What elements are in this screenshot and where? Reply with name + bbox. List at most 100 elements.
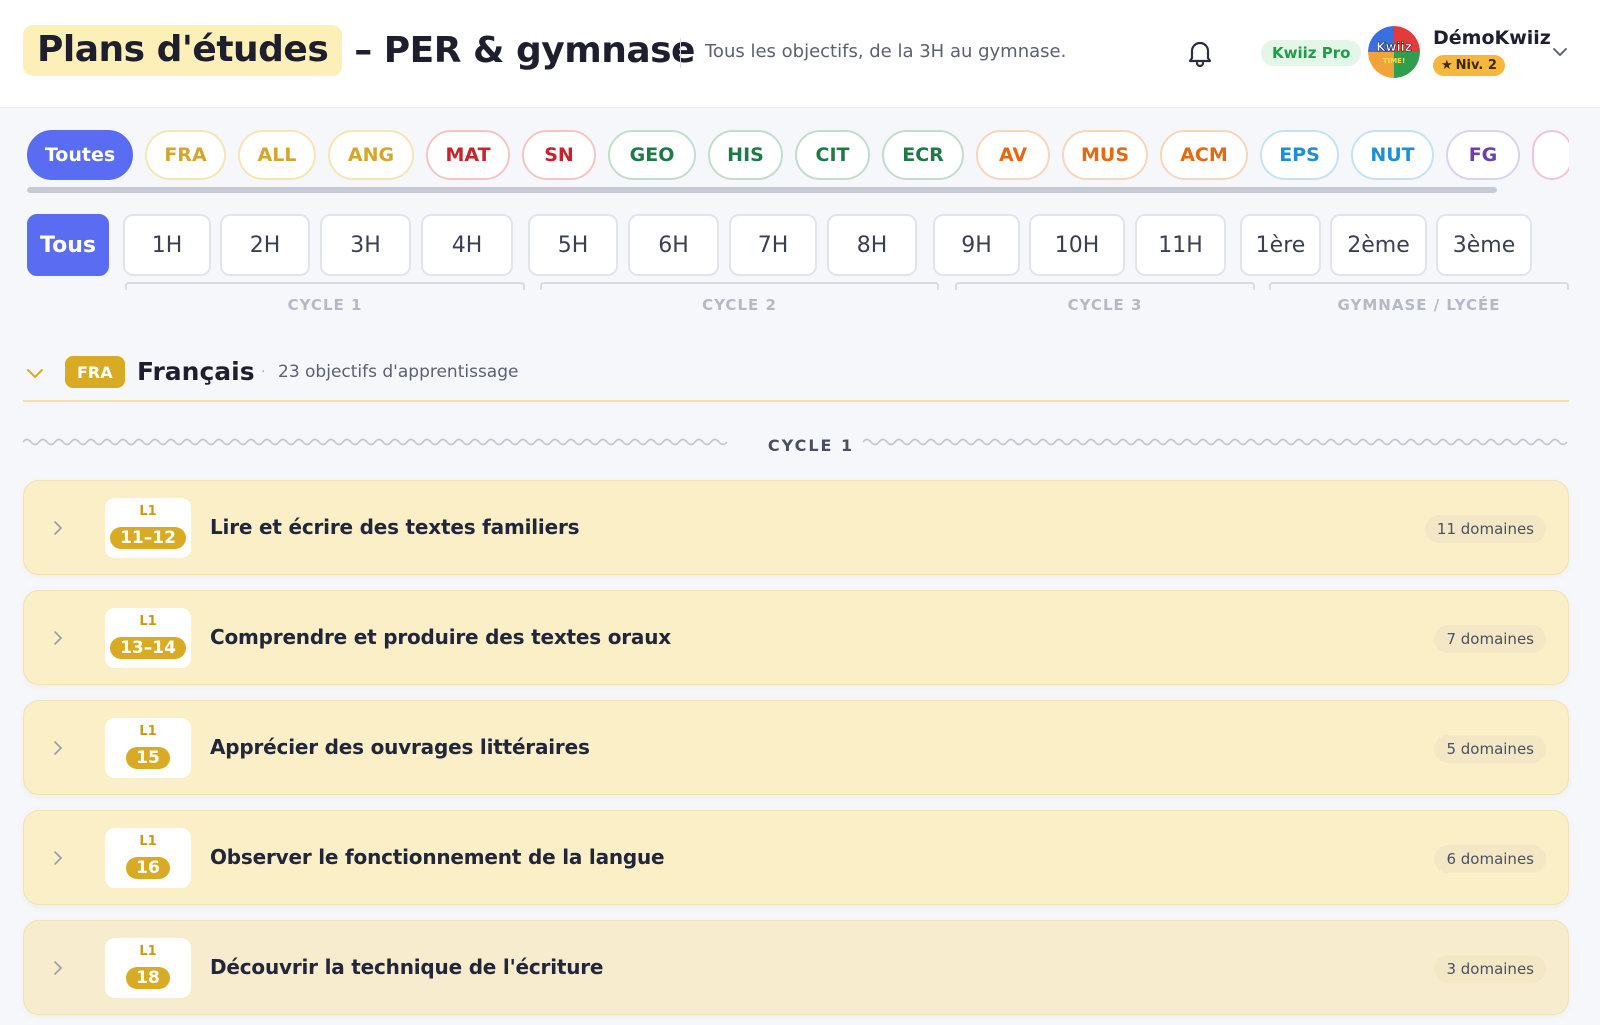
subject-chip-nut[interactable]: NUT xyxy=(1351,130,1434,180)
objective-code: L1 18 xyxy=(105,938,191,998)
cycle-label: CYCLE 1 xyxy=(287,296,363,314)
cycle-bracket xyxy=(1269,282,1569,290)
subject-filter: Toutes FRA ALL ANG MAT SN GEO HIS CIT ECR AV MUS ACM… xyxy=(27,130,1569,182)
cycle-label: CYCLE 2 xyxy=(702,296,777,314)
level-tab-7h[interactable]: 7H xyxy=(729,214,817,276)
objective-code: L1 11–12 xyxy=(105,498,191,558)
objective-code-prefix: L1 xyxy=(139,504,157,519)
avatar-text-bottom: TIME! xyxy=(1383,57,1405,65)
subject-chip-eps[interactable]: EPS xyxy=(1260,130,1339,180)
avatar-text-top: Kwiiz xyxy=(1376,40,1412,54)
page-title: Plans d'études – PER & gymnase xyxy=(23,25,695,76)
chevron-down-icon[interactable] xyxy=(1552,44,1568,60)
level-tab-9h[interactable]: 9H xyxy=(933,214,1020,276)
level-badge-label: Niv. 2 xyxy=(1455,58,1497,73)
objective-card[interactable]: L1 18 Découvrir la technique de l'écriture… xyxy=(23,920,1569,1015)
page-title-highlight: Plans d'études xyxy=(23,25,343,76)
objective-card[interactable]: L1 11–12 Lire et écrire des textes familie… xyxy=(23,480,1569,575)
cycle-bracket xyxy=(955,282,1255,290)
objective-card[interactable]: L1 15 Apprécier des ouvrages littéraires 5 … xyxy=(23,700,1569,795)
subject-chip-toutes[interactable]: Toutes xyxy=(27,130,133,180)
level-tab-10h[interactable]: 10H xyxy=(1029,214,1125,276)
level-tab-8h[interactable]: 8H xyxy=(827,214,917,276)
subject-badge: FRA xyxy=(65,356,125,388)
level-tab-3ème[interactable]: 3ème xyxy=(1436,214,1532,276)
chevron-right-icon[interactable] xyxy=(51,849,65,867)
level-tab-5h[interactable]: 5H xyxy=(528,214,618,276)
level-tab-2h[interactable]: 2H xyxy=(220,214,310,276)
level-tab-11h[interactable]: 11H xyxy=(1135,214,1226,276)
subject-chip-sn[interactable]: SN xyxy=(522,130,596,180)
cycle-label: CYCLE 3 xyxy=(1067,296,1143,314)
objective-code-prefix: L1 xyxy=(139,614,157,629)
subject-chip-all[interactable]: ALL xyxy=(238,130,316,180)
chevron-right-icon[interactable] xyxy=(51,519,65,537)
objective-title: Découvrir la technique de l'écriture xyxy=(210,955,604,979)
notifications-bell-icon[interactable] xyxy=(1186,38,1214,68)
cycle-divider-label: CYCLE 1 xyxy=(767,436,855,455)
subject-chip-fg[interactable]: FG xyxy=(1446,130,1520,180)
level-tab-6h[interactable]: 6H xyxy=(628,214,719,276)
subject-chip-av[interactable]: AV xyxy=(976,130,1050,180)
objectives-count: 23 objectifs d'apprentissage xyxy=(278,362,519,382)
page-subtitle: Tous les objectifs, de la 3H au gymnase. xyxy=(705,41,1067,62)
level-tab-4h[interactable]: 4H xyxy=(421,214,513,276)
objective-code-number: 13–14 xyxy=(110,637,186,659)
subject-chip-acm[interactable]: ACM xyxy=(1160,130,1248,180)
chevron-right-icon[interactable] xyxy=(51,739,65,757)
pro-badge: Kwiiz Pro xyxy=(1261,40,1362,66)
level-badge: ★ Niv. 2 xyxy=(1433,55,1505,76)
chevron-right-icon[interactable] xyxy=(51,629,65,647)
wavy-line-right xyxy=(863,438,1568,446)
objective-code: L1 13–14 xyxy=(105,608,191,668)
title-divider xyxy=(680,38,681,68)
user-name[interactable]: DémoKwiiz xyxy=(1433,27,1551,49)
domains-count-badge: 7 domaines xyxy=(1434,625,1546,653)
subject-chip-fra[interactable]: FRA xyxy=(145,130,226,180)
subject-scrollbar[interactable] xyxy=(27,187,1497,193)
objective-title: Lire et écrire des textes familiers xyxy=(210,515,580,539)
objective-title: Apprécier des ouvrages littéraires xyxy=(210,735,590,759)
chevron-down-icon[interactable] xyxy=(25,363,45,383)
objective-code: L1 15 xyxy=(105,718,191,778)
subject-title: Français xyxy=(137,357,255,386)
cycle-divider: CYCLE 1 xyxy=(23,432,1569,458)
domains-count-badge: 11 domaines xyxy=(1424,515,1546,543)
subject-chip-cit[interactable]: CIT xyxy=(795,130,870,180)
objective-code-prefix: L1 xyxy=(139,834,157,849)
wavy-line-left xyxy=(23,438,728,446)
subject-chip-ang[interactable]: ANG xyxy=(328,130,414,180)
subject-chip-mus[interactable]: MUS xyxy=(1062,130,1148,180)
objective-code-number: 15 xyxy=(126,747,170,769)
domains-count-badge: 3 domaines xyxy=(1434,955,1546,983)
level-tab-1h[interactable]: 1H xyxy=(123,214,211,276)
cycle-bracket xyxy=(540,282,939,290)
objective-code-prefix: L1 xyxy=(139,944,157,959)
objective-code-prefix: L1 xyxy=(139,724,157,739)
level-tab-tous[interactable]: Tous xyxy=(27,214,109,276)
subject-chip-geo[interactable]: GEO xyxy=(608,130,696,180)
subject-chip-more[interactable] xyxy=(1532,130,1569,180)
level-tab-3h[interactable]: 3H xyxy=(320,214,411,276)
subject-chip-ecr[interactable]: ECR xyxy=(882,130,964,180)
chevron-right-icon[interactable] xyxy=(51,959,65,977)
subject-chip-mat[interactable]: MAT xyxy=(426,130,510,180)
objective-code-number: 11–12 xyxy=(110,527,186,549)
page-title-rest: – PER & gymnase xyxy=(354,30,695,71)
subject-chip-his[interactable]: HIS xyxy=(708,130,783,180)
level-tab-2ème[interactable]: 2ème xyxy=(1330,214,1427,276)
domains-count-badge: 5 domaines xyxy=(1434,735,1546,763)
objective-code: L1 16 xyxy=(105,828,191,888)
objective-card[interactable]: L1 13–14 Comprendre et produire des textes… xyxy=(23,590,1569,685)
level-tab-1ère[interactable]: 1ère xyxy=(1240,214,1321,276)
objective-code-number: 18 xyxy=(126,967,170,989)
objective-title: Comprendre et produire des textes oraux xyxy=(210,625,671,649)
domains-count-badge: 6 domaines xyxy=(1434,845,1546,873)
objective-code-number: 16 xyxy=(126,857,170,879)
avatar[interactable]: Kwiiz TIME! xyxy=(1368,26,1420,78)
page-header: Plans d'études – PER & gymnase Tous les … xyxy=(0,0,1600,108)
subject-section-header[interactable]: FRA Français · 23 objectifs d'apprentiss… xyxy=(23,352,1569,402)
cycle-label: GYMNASE / LYCÉE xyxy=(1337,296,1501,314)
star-icon: ★ xyxy=(1441,58,1453,73)
objective-card[interactable]: L1 16 Observer le fonctionnement de la lan… xyxy=(23,810,1569,905)
